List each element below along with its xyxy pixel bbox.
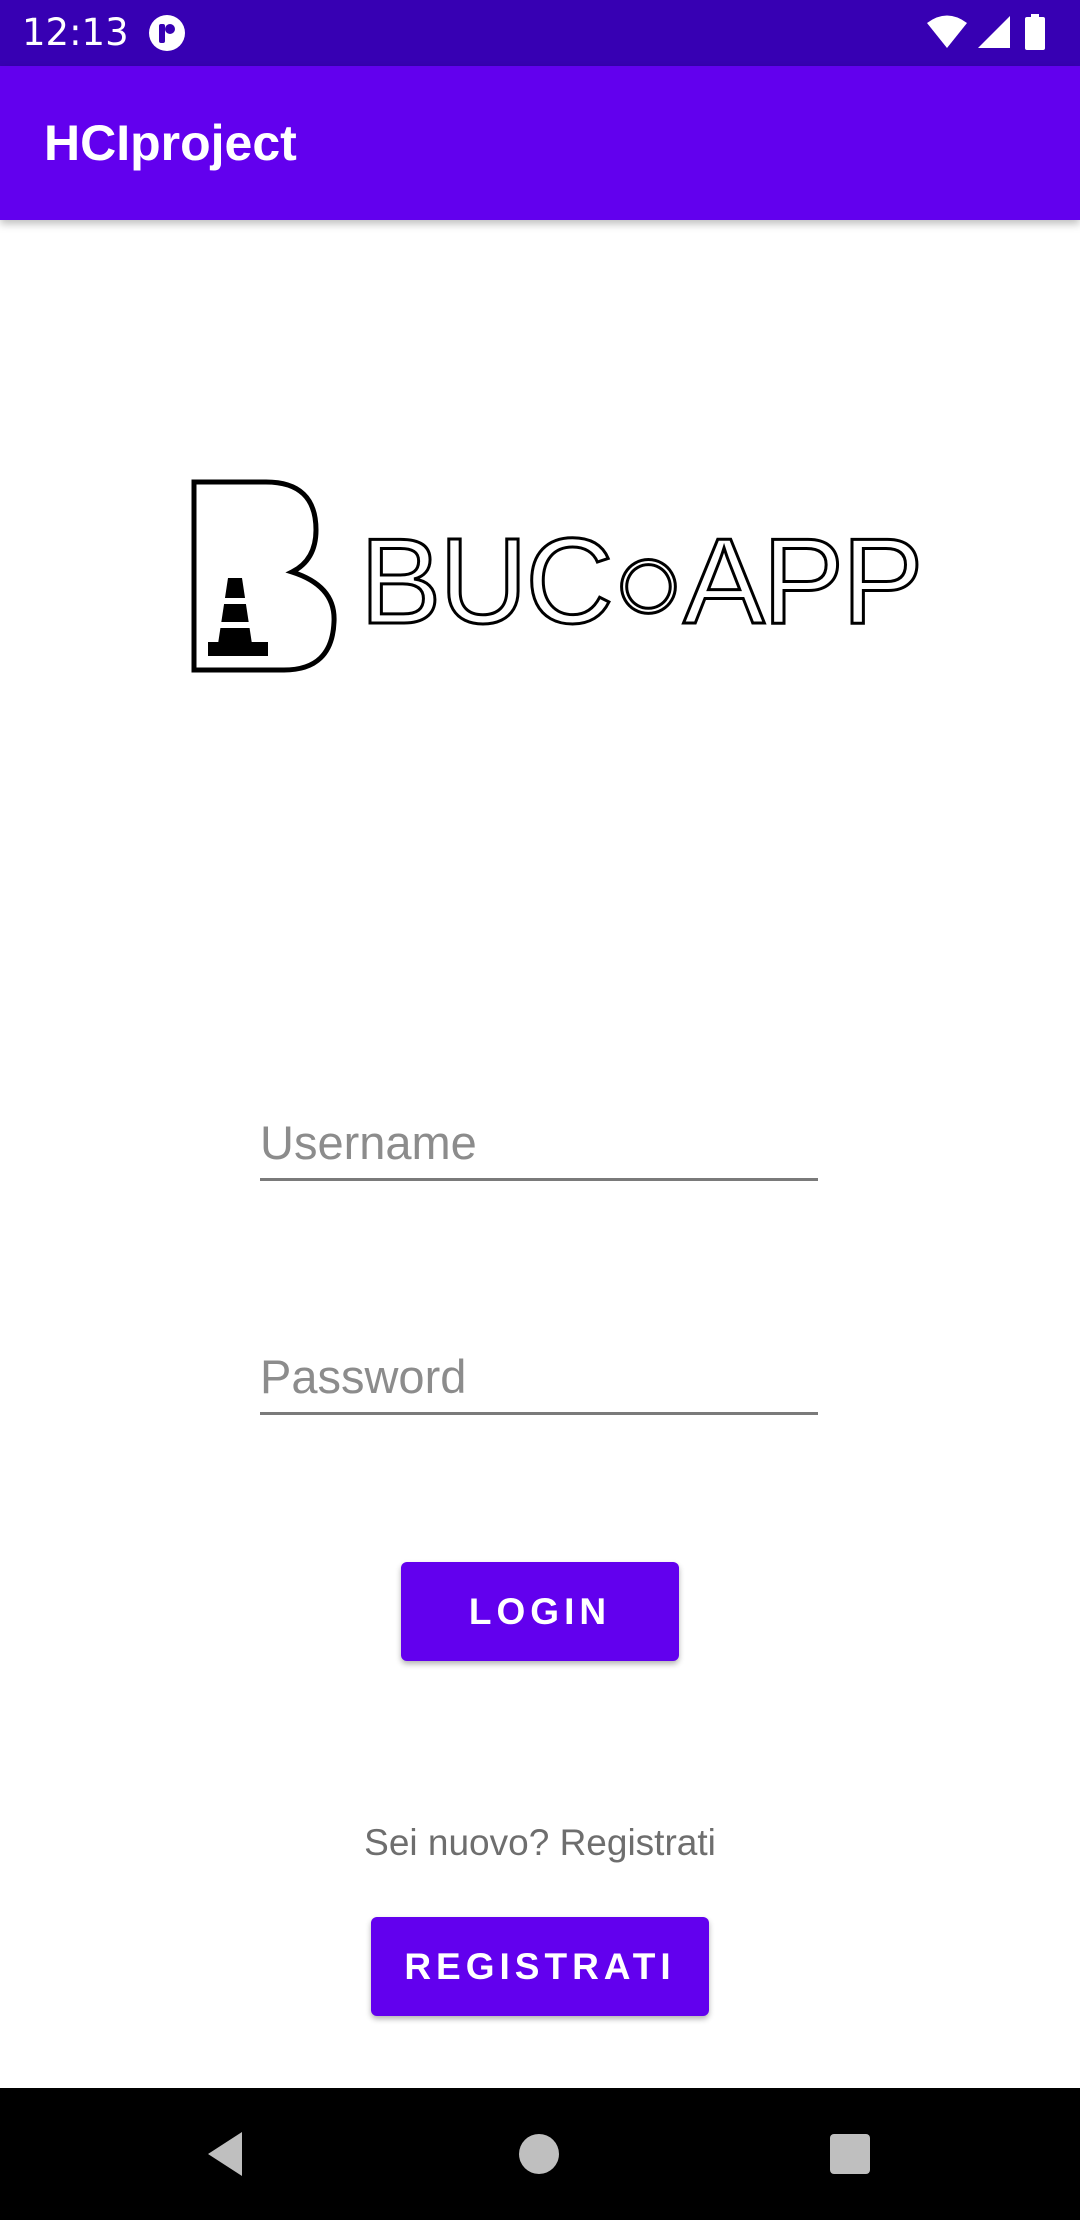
register-prompt: Sei nuovo? Registrati [364, 1822, 716, 1863]
app-bar: HCIproject [0, 66, 1080, 220]
register-button[interactable]: REGISTRATI [371, 1917, 709, 2016]
logo-wordmark: BUC○APP [358, 513, 924, 649]
navigation-bar [0, 2088, 1080, 2220]
logo-b-mark [191, 479, 337, 673]
login-button[interactable]: LOGIN [401, 1562, 679, 1661]
status-time: 12:13 [22, 11, 129, 54]
username-input[interactable] [260, 1106, 818, 1181]
bucapp-logo: BUC○APP [188, 474, 925, 676]
app-title: HCIproject [44, 115, 297, 171]
wifi-icon [927, 15, 967, 48]
back-icon[interactable] [196, 2124, 256, 2184]
recents-icon[interactable] [820, 2124, 880, 2184]
home-icon[interactable] [509, 2124, 569, 2184]
status-bar: 12:13 [0, 0, 1080, 66]
battery-icon [1025, 14, 1045, 50]
password-input[interactable] [260, 1340, 818, 1415]
app-notification-icon [148, 14, 186, 52]
cell-signal-icon [978, 16, 1010, 48]
